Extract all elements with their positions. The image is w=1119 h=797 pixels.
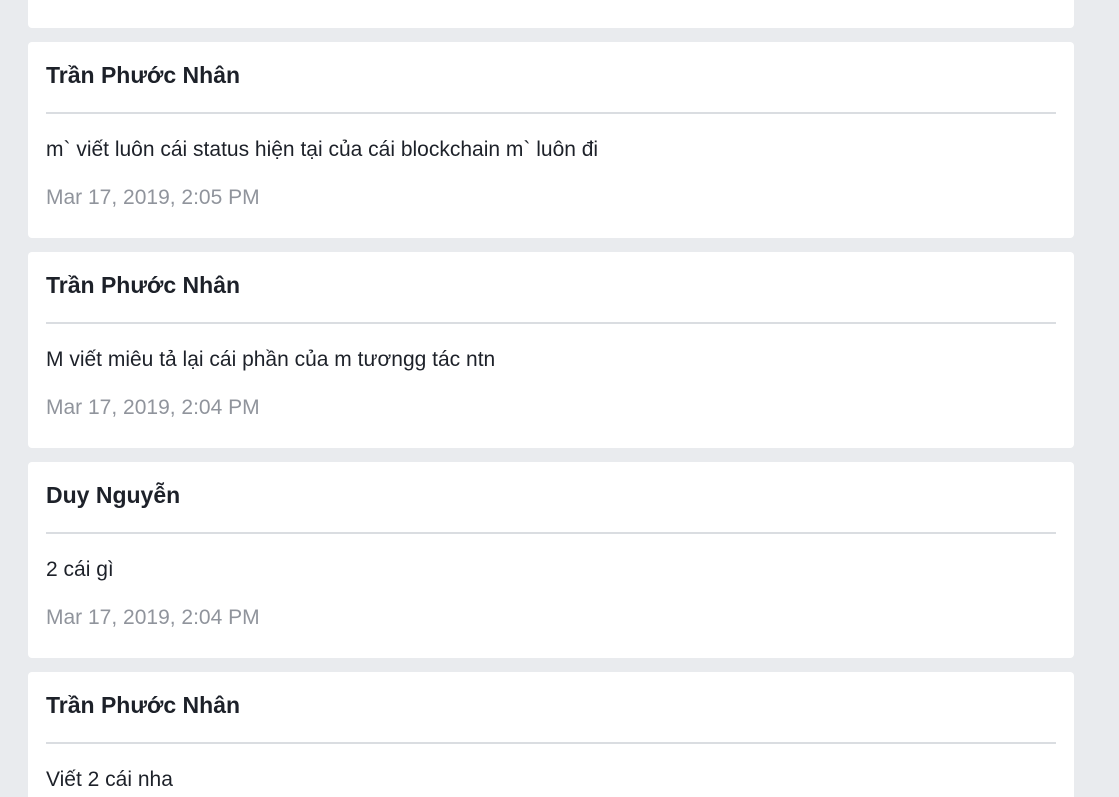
divider xyxy=(46,532,1056,534)
message-author[interactable]: Duy Nguyễn xyxy=(46,462,1056,511)
divider xyxy=(46,322,1056,324)
message-card-partial xyxy=(28,0,1074,28)
message-timestamp: Mar 17, 2019, 2:04 PM xyxy=(46,396,260,419)
message-card: Duy Nguyễn 2 cái gì Mar 17, 2019, 2:04 P… xyxy=(28,462,1074,658)
message-card: Trần Phước Nhân M viết miêu tả lại cái p… xyxy=(28,252,1074,448)
message-card: Trần Phước Nhân m` viết luôn cái status … xyxy=(28,42,1074,238)
message-author[interactable]: Trần Phước Nhân xyxy=(46,252,1056,301)
message-author[interactable]: Trần Phước Nhân xyxy=(46,42,1056,91)
message-timestamp: Mar 17, 2019, 2:04 PM xyxy=(46,606,260,629)
message-text: M viết miêu tả lại cái phần của m tươngg… xyxy=(46,348,496,371)
message-text: 2 cái gì xyxy=(46,558,114,581)
message-feed: Trần Phước Nhân m` viết luôn cái status … xyxy=(0,0,1119,797)
divider xyxy=(46,112,1056,114)
divider xyxy=(46,742,1056,744)
message-text: m` viết luôn cái status hiện tại của cái… xyxy=(46,138,599,161)
message-timestamp: Mar 17, 2019, 2:05 PM xyxy=(46,186,260,209)
message-text: Viết 2 cái nha xyxy=(46,768,173,791)
message-author[interactable]: Trần Phước Nhân xyxy=(46,672,1056,721)
message-card: Trần Phước Nhân Viết 2 cái nha xyxy=(28,672,1074,797)
